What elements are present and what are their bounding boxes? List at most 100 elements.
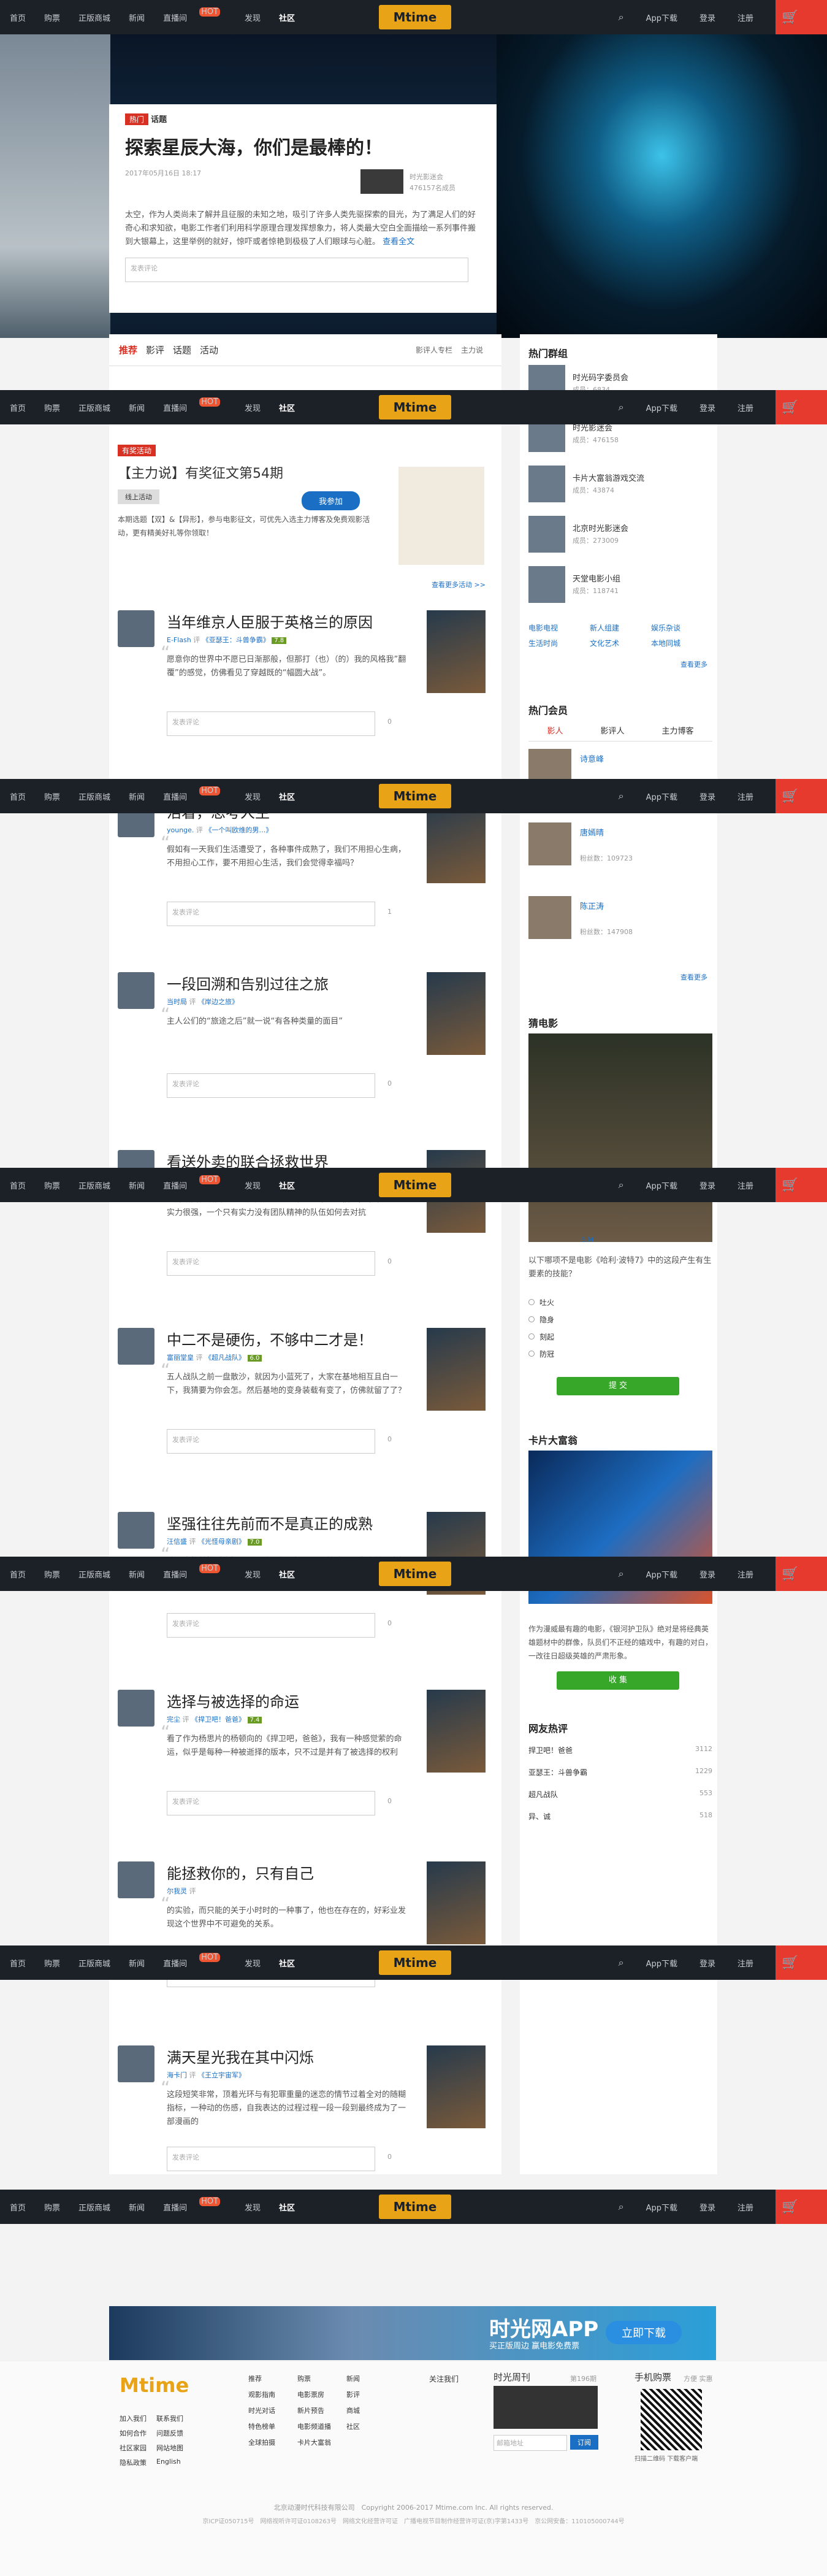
host-link[interactable]: 主力说 (461, 345, 483, 355)
submit-button[interactable]: 提 交 (557, 1377, 679, 1395)
film-poster[interactable] (427, 1861, 486, 1944)
group-avatar[interactable] (528, 466, 565, 502)
nav-item-2[interactable]: 正版商城 (78, 791, 110, 802)
cart-button[interactable]: 🛒 (776, 1945, 827, 1980)
option-radio[interactable]: 防冠 (528, 1349, 712, 1366)
nav-item-6[interactable]: 社区 (279, 1568, 295, 1580)
category-link[interactable]: 本地同城 (651, 638, 712, 648)
group-avatar[interactable] (528, 516, 565, 553)
register-link[interactable]: 注册 (737, 791, 753, 802)
comment-input[interactable]: 发表评论 (167, 711, 375, 736)
group-item[interactable]: 天堂电影小组 成员：118741 (528, 566, 712, 616)
hot-review-title[interactable]: 亚瑟王：斗兽争霸 (528, 1767, 587, 1789)
group-name[interactable]: 北京时光影迷会 (573, 522, 628, 534)
site-logo[interactable]: Mtime (379, 1950, 451, 1975)
footer-link[interactable]: 网站地图 (156, 2443, 193, 2453)
footer-link[interactable]: 问题反馈 (156, 2428, 193, 2438)
footer-link[interactable]: 全球拍摄 (248, 2437, 297, 2447)
site-logo[interactable]: Mtime (379, 1173, 451, 1197)
download-button[interactable]: 立即下载 (606, 2321, 682, 2344)
nav-item-6[interactable]: 社区 (279, 12, 295, 23)
subscribe-button[interactable]: 订阅 (570, 2435, 598, 2450)
site-logo[interactable]: Mtime (379, 784, 451, 808)
cart-button[interactable]: 🛒 (776, 1168, 827, 1202)
nav-item-0[interactable]: 首页 (10, 402, 26, 413)
footer-link[interactable]: 推荐 (248, 2374, 297, 2383)
group-name[interactable]: 天堂电影小组 (573, 572, 620, 584)
nav-item-5[interactable]: 发现 (245, 1179, 261, 1191)
tab-recommend[interactable]: 推荐 (119, 343, 137, 356)
nav-item-3[interactable]: 新闻 (129, 2201, 145, 2213)
footer-link[interactable]: 电影票房 (297, 2390, 346, 2399)
category-link[interactable]: 电影电视 (528, 623, 590, 633)
nav-item-4[interactable]: 直播间HOT (163, 1175, 226, 1191)
category-link[interactable]: 文化艺术 (590, 638, 651, 648)
group-name[interactable]: 时光影迷会 (410, 172, 443, 182)
hot-review-title[interactable]: 捍卫吧！爸爸 (528, 1745, 573, 1767)
footer-link[interactable]: 购票 (297, 2374, 346, 2383)
login-link[interactable]: 登录 (699, 1957, 715, 1969)
app-download-link[interactable]: App下载 (646, 1957, 677, 1969)
author-avatar[interactable] (118, 1512, 154, 1549)
nav-item-5[interactable]: 发现 (245, 402, 261, 413)
app-download-link[interactable]: App下载 (646, 1179, 677, 1191)
nav-item-3[interactable]: 新闻 (129, 12, 145, 23)
nav-item-0[interactable]: 首页 (10, 2201, 26, 2213)
nav-item-4[interactable]: 直播间HOT (163, 786, 226, 802)
search-icon[interactable]: ⌕ (619, 1179, 624, 1191)
nav-item-4[interactable]: 直播间HOT (163, 1952, 226, 1969)
app-download-link[interactable]: App下载 (646, 402, 677, 413)
register-link[interactable]: 注册 (737, 1568, 753, 1580)
app-download-link[interactable]: App下载 (646, 12, 677, 23)
nav-item-4[interactable]: 直播间HOT (163, 7, 226, 23)
nav-item-0[interactable]: 首页 (10, 1957, 26, 1969)
film-name[interactable]: 《王立宇宙军》 (198, 2071, 245, 2079)
app-download-link[interactable]: App下载 (646, 1568, 677, 1580)
film-poster[interactable] (427, 972, 486, 1055)
group-name[interactable]: 卡片大富翁游戏交流 (573, 472, 644, 483)
cart-button[interactable]: 🛒 (776, 390, 827, 424)
register-link[interactable]: 注册 (737, 1957, 753, 1969)
avatar[interactable] (528, 896, 571, 939)
login-link[interactable]: 登录 (699, 2201, 715, 2213)
comment-input[interactable]: 发表评论 (167, 2147, 375, 2171)
nav-item-6[interactable]: 社区 (279, 1957, 295, 1969)
nav-item-5[interactable]: 发现 (245, 1957, 261, 1969)
footer-link[interactable]: 新闻 (346, 2374, 395, 2383)
member-item[interactable]: 唐嫣晴 粉丝数：109723 (528, 822, 712, 896)
group-item[interactable]: 北京时光影迷会 成员：273009 (528, 516, 712, 566)
comment-input[interactable]: 发表评论 (167, 1613, 375, 1638)
register-link[interactable]: 注册 (737, 2201, 753, 2213)
footer-link[interactable]: 商城 (346, 2405, 395, 2415)
nav-item-0[interactable]: 首页 (10, 791, 26, 802)
footer-link[interactable]: 卡片大富翁 (297, 2437, 346, 2447)
comment-input[interactable]: 发表评论 (125, 258, 468, 282)
nav-item-3[interactable]: 新闻 (129, 1957, 145, 1969)
comment-input[interactable]: 发表评论 (167, 1429, 375, 1454)
category-link[interactable]: 娱乐杂谈 (651, 623, 712, 633)
search-icon[interactable]: ⌕ (619, 1957, 624, 1969)
nav-item-5[interactable]: 发现 (245, 12, 261, 23)
author-avatar[interactable] (118, 1328, 154, 1365)
login-link[interactable]: 登录 (699, 791, 715, 802)
hot-review-item[interactable]: 亚瑟王：斗兽争霸 1229 (528, 1767, 712, 1789)
footer-link[interactable]: 加入我们 (120, 2413, 156, 2423)
footer-link[interactable]: 观影指南 (248, 2390, 297, 2399)
film-name[interactable]: 《亚瑟王：斗兽争霸》 (202, 636, 270, 644)
footer-link[interactable]: 时光对话 (248, 2405, 297, 2415)
author-name[interactable]: 富丽堂皇 (167, 1354, 194, 1362)
film-poster[interactable] (427, 610, 486, 693)
footer-link[interactable]: 社区家园 (120, 2443, 156, 2453)
footer-link[interactable]: 隐私政策 (120, 2458, 156, 2467)
nav-item-2[interactable]: 正版商城 (78, 1957, 110, 1969)
nav-item-5[interactable]: 发现 (245, 2201, 261, 2213)
guess-user[interactable]: S.M (581, 1236, 593, 1244)
article-title[interactable]: 中二不是硬伤，不够中二才是！ (167, 1328, 373, 1349)
footer-link[interactable]: English (156, 2458, 193, 2467)
group-avatar[interactable] (528, 566, 565, 603)
nav-item-1[interactable]: 购票 (44, 1568, 60, 1580)
film-poster[interactable] (427, 2045, 486, 2128)
nav-item-2[interactable]: 正版商城 (78, 12, 110, 23)
writer-column-link[interactable]: 影评人专栏 (416, 345, 452, 355)
more-groups-link[interactable]: 查看更多 (680, 659, 707, 669)
